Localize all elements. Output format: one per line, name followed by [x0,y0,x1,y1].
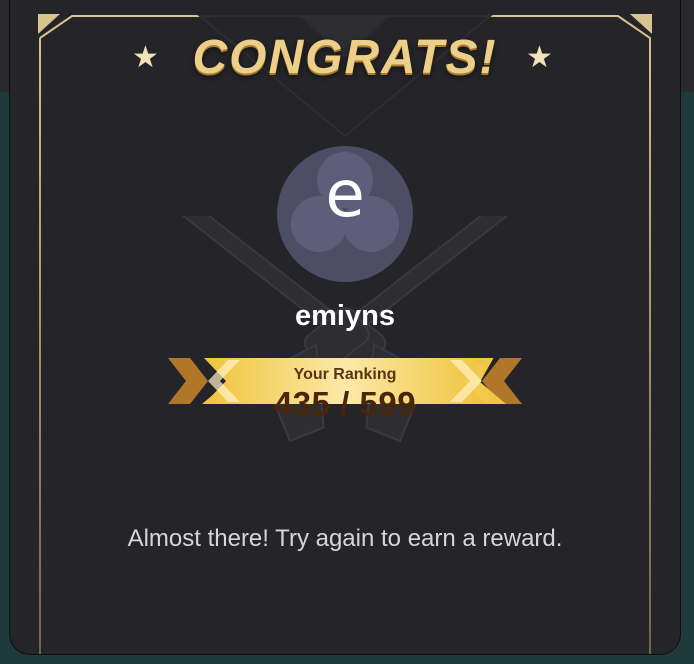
result-message: Almost there! Try again to earn a reward… [127,525,563,552]
congrats-title: CONGRATS! [192,31,498,84]
ranking-label: Your Ranking [293,366,397,383]
star-icon: ★ [526,41,553,74]
username: emiyns [295,300,395,332]
avatar-initial: e [325,158,365,232]
avatar: e [277,146,413,282]
ranking-value: 435 / 599 [273,385,417,422]
result-modal: ★ CONGRATS! ★ e emiyns Your Ranking 435 … [10,0,680,654]
